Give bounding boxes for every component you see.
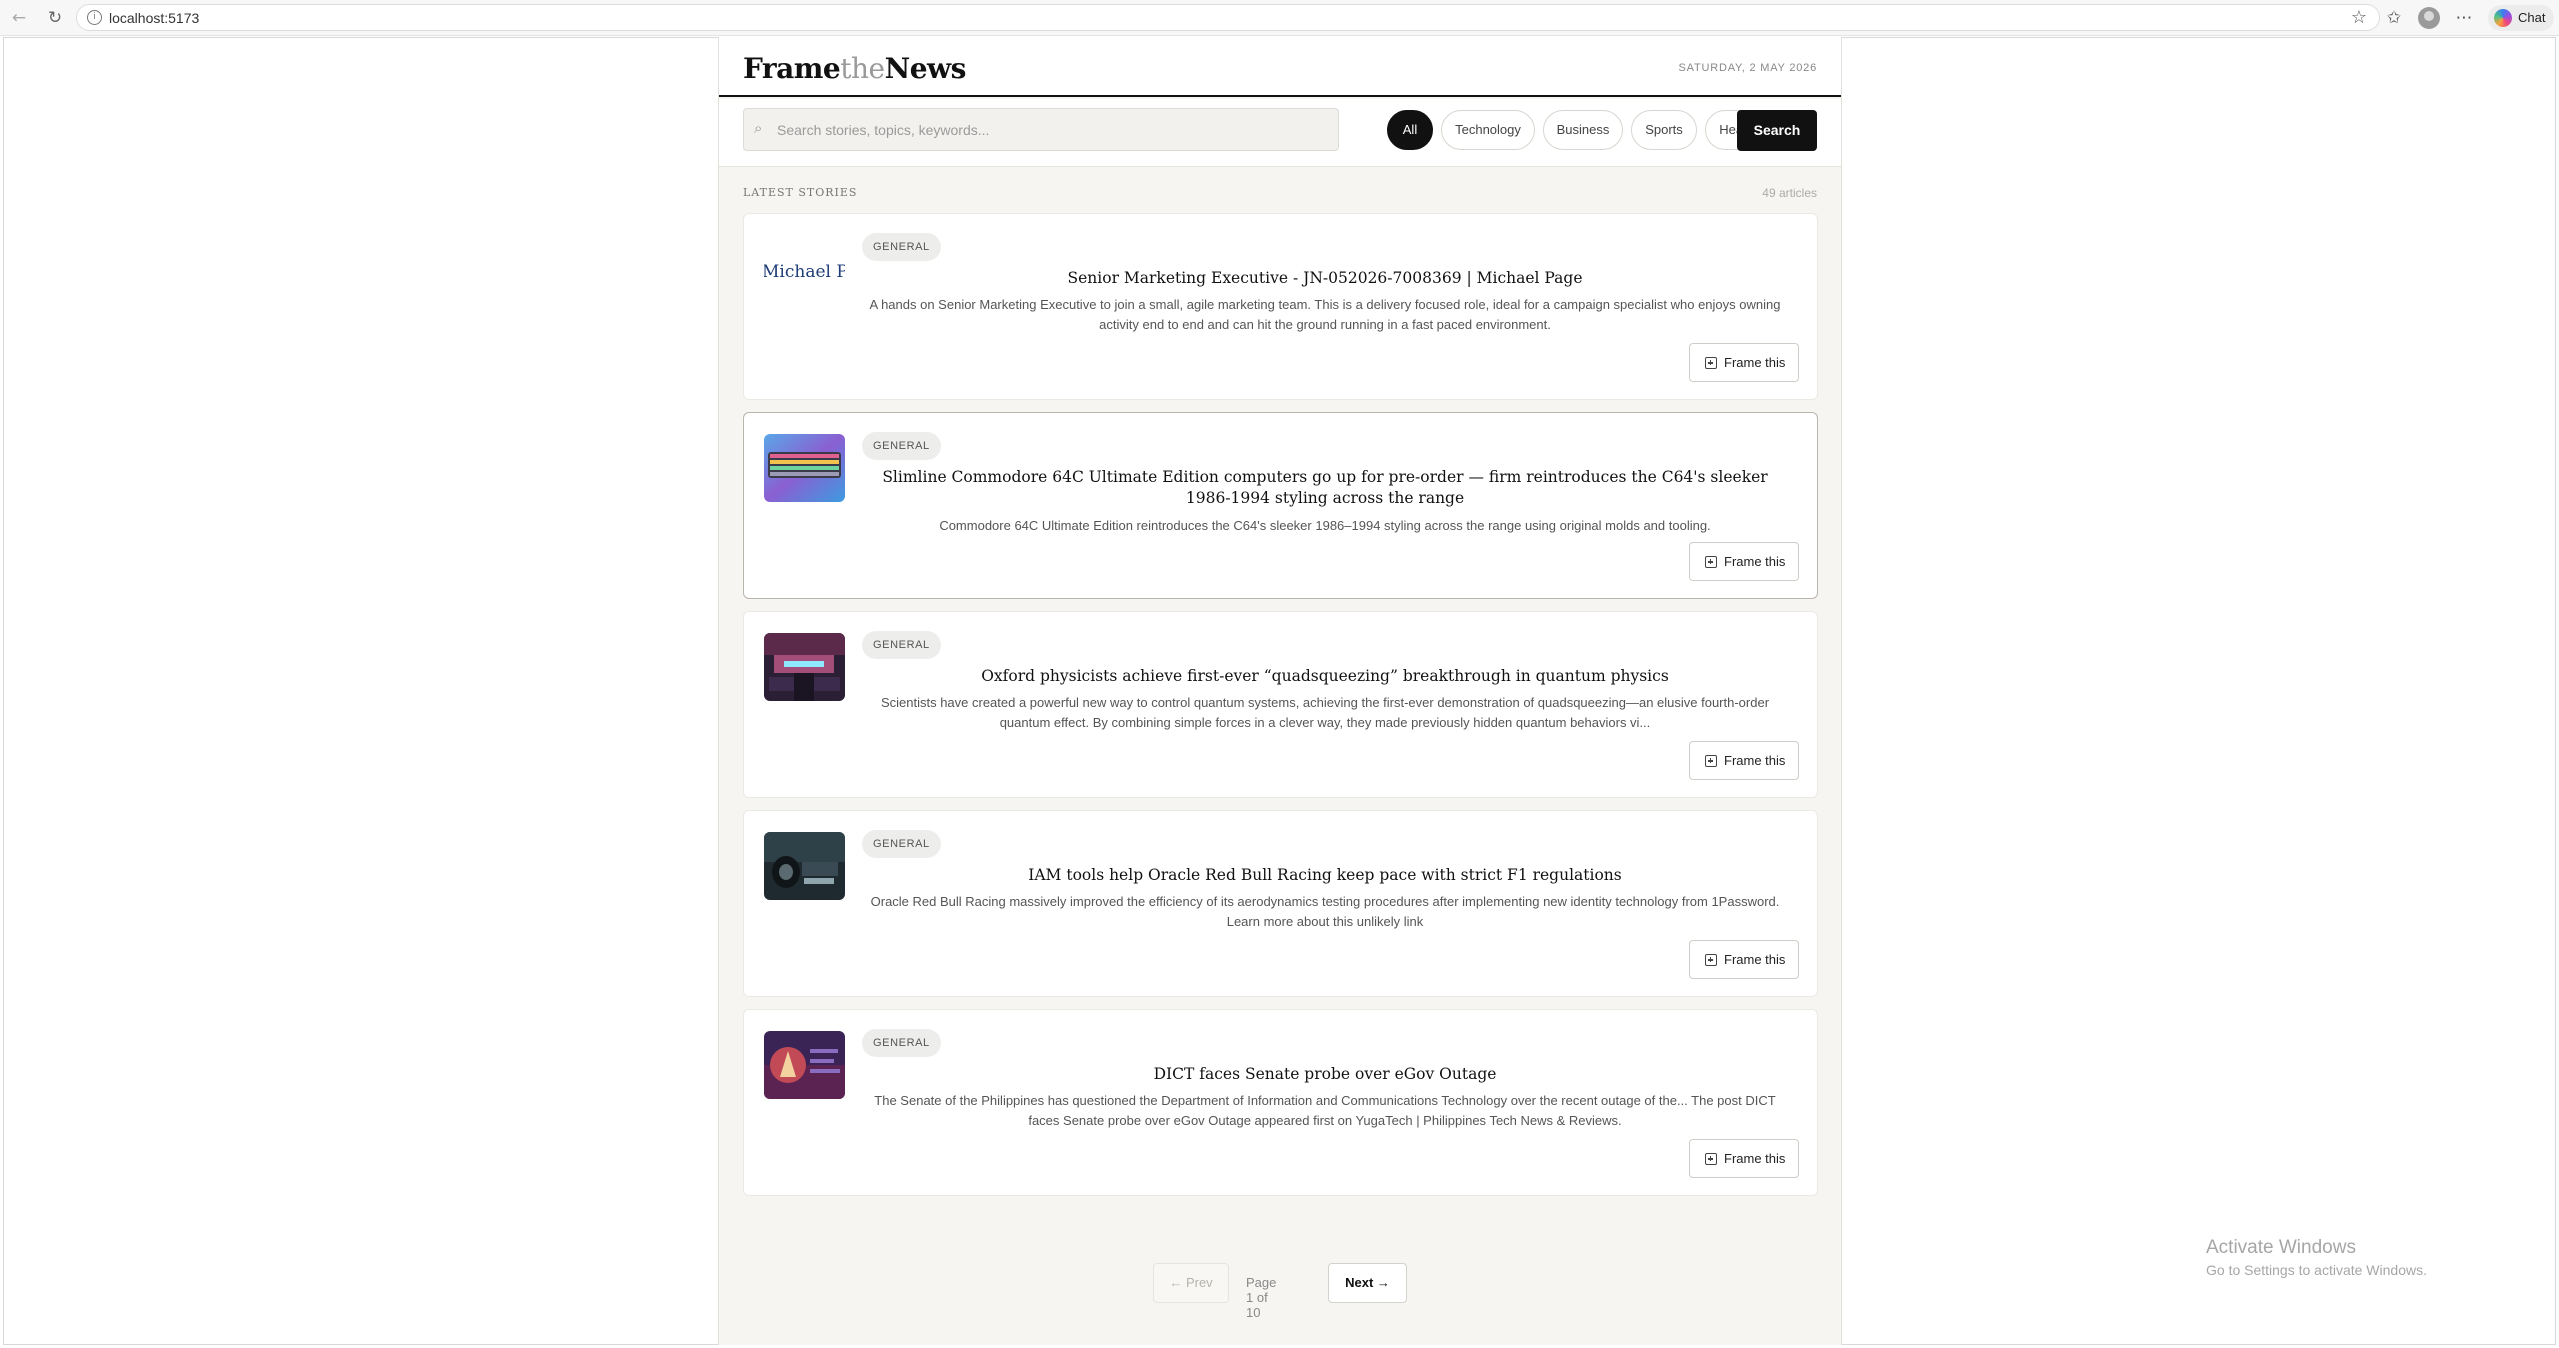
racing-car-photo-image: [764, 832, 845, 900]
article-card[interactable]: GENERAL Oxford physicists achieve first-…: [743, 611, 1818, 798]
windows-activation-watermark: Activate Windows Go to Settings to activ…: [2206, 1237, 2427, 1278]
article-thumbnail[interactable]: [764, 832, 845, 900]
section-heading: LATEST STORIES: [743, 186, 858, 199]
category-badge: GENERAL: [862, 233, 941, 261]
category-badge: GENERAL: [862, 830, 941, 858]
logo-the: the: [840, 52, 885, 85]
article-description: A hands on Senior Marketing Executive to…: [869, 297, 1781, 332]
watermark-line2: Go to Settings to activate Windows.: [2206, 1262, 2427, 1278]
frame-this-button[interactable]: Frame this: [1689, 542, 1799, 581]
michael-page-logo-image: Michael Page: [764, 262, 845, 282]
back-icon[interactable]: ←: [8, 8, 30, 28]
frame-this-button[interactable]: Frame this: [1689, 343, 1799, 382]
article-card[interactable]: Michael Page GENERAL Senior Marketing Ex…: [743, 213, 1818, 400]
svg-text:Michael Page: Michael Page: [764, 262, 845, 282]
logo-news: News: [884, 52, 967, 85]
search-input[interactable]: [777, 115, 1327, 145]
next-page-button[interactable]: Next →: [1328, 1263, 1407, 1303]
filter-chip-technology[interactable]: Technology: [1441, 110, 1535, 150]
search-box[interactable]: ⌕: [743, 108, 1339, 151]
frame-plus-icon: [1705, 755, 1717, 767]
prev-page-button[interactable]: ← Prev: [1153, 1263, 1229, 1303]
frame-this-button[interactable]: Frame this: [1689, 940, 1799, 979]
copilot-icon: [2494, 9, 2512, 27]
egov-outage-graphic-image: [764, 1031, 845, 1099]
page-indicator: Page 1 of 10: [1246, 1275, 1277, 1320]
frame-this-label: Frame this: [1724, 554, 1786, 569]
frame-this-button[interactable]: Frame this: [1689, 741, 1799, 780]
article-count: 49 articles: [1762, 186, 1817, 200]
current-date: SATURDAY, 2 MAY 2026: [1678, 62, 1817, 74]
category-badge: GENERAL: [862, 1029, 941, 1057]
filter-chip-all[interactable]: All: [1387, 110, 1433, 150]
masthead: FrametheNews SATURDAY, 2 MAY 2026: [719, 37, 1841, 97]
article-title[interactable]: Senior Marketing Executive - JN-052026-7…: [859, 268, 1791, 289]
frame-this-button[interactable]: Frame this: [1689, 1139, 1799, 1178]
category-badge: GENERAL: [862, 432, 941, 460]
frame-plus-icon: [1705, 556, 1717, 568]
article-description: Scientists have created a powerful new w…: [880, 695, 1770, 730]
frame-plus-icon: [1705, 954, 1717, 966]
article-description: The Senate of the Philippines has questi…: [874, 1093, 1776, 1128]
category-badge: GENERAL: [862, 631, 941, 659]
browser-toolbar: ← ↻ i localhost:5173 ☆ ✩ ⋯ Chat: [0, 0, 2559, 36]
search-button[interactable]: Search: [1737, 110, 1817, 151]
favorites-icon[interactable]: ✩: [2382, 6, 2406, 30]
frame-this-label: Frame this: [1724, 753, 1786, 768]
frame-this-label: Frame this: [1724, 952, 1786, 967]
bookmark-star-icon[interactable]: ☆: [2351, 7, 2367, 28]
logo-frame: Frame: [743, 52, 841, 85]
article-thumbnail[interactable]: [764, 434, 845, 502]
article-title[interactable]: IAM tools help Oracle Red Bull Racing ke…: [859, 865, 1791, 886]
frame-this-label: Frame this: [1724, 1151, 1786, 1166]
search-icon: ⌕: [754, 119, 763, 137]
article-description: Oracle Red Bull Racing massively improve…: [870, 894, 1780, 929]
quantum-lab-photo-image: [764, 633, 845, 701]
site-info-icon[interactable]: i: [87, 10, 102, 25]
filter-chip-sports[interactable]: Sports: [1631, 110, 1697, 150]
article-title[interactable]: Slimline Commodore 64C Ultimate Edition …: [859, 467, 1791, 509]
article-title[interactable]: Oxford physicists achieve first-ever “qu…: [859, 666, 1791, 687]
article-title[interactable]: DICT faces Senate probe over eGov Outage: [859, 1064, 1791, 1085]
app-column: FrametheNews SATURDAY, 2 MAY 2026 ⌕ All …: [718, 37, 1842, 1345]
keyboard-photo-image: [764, 434, 845, 502]
chat-label: Chat: [2518, 10, 2546, 25]
article-card[interactable]: GENERAL Slimline Commodore 64C Ultimate …: [743, 412, 1818, 599]
article-thumbnail[interactable]: Michael Page: [764, 235, 845, 303]
frame-this-label: Frame this: [1724, 355, 1786, 370]
copilot-chat-button[interactable]: Chat: [2488, 5, 2554, 31]
article-description: Commodore 64C Ultimate Edition reintrodu…: [939, 518, 1711, 533]
article-thumbnail[interactable]: [764, 633, 845, 701]
more-menu-icon[interactable]: ⋯: [2452, 6, 2476, 30]
url-text[interactable]: localhost:5173: [109, 10, 199, 26]
article-thumbnail[interactable]: [764, 1031, 845, 1099]
article-card[interactable]: GENERAL IAM tools help Oracle Red Bull R…: [743, 810, 1818, 997]
frame-plus-icon: [1705, 357, 1717, 369]
address-bar[interactable]: i localhost:5173 ☆: [76, 4, 2380, 31]
reload-icon[interactable]: ↻: [44, 8, 66, 28]
frame-plus-icon: [1705, 1153, 1717, 1165]
watermark-line1: Activate Windows: [2206, 1237, 2356, 1258]
site-logo[interactable]: FrametheNews: [743, 52, 966, 85]
filter-chip-business[interactable]: Business: [1543, 110, 1623, 150]
article-card[interactable]: GENERAL DICT faces Senate probe over eGo…: [743, 1009, 1818, 1196]
profile-avatar[interactable]: [2418, 7, 2440, 29]
search-bar-row: ⌕ All Technology Business Sports Health …: [719, 99, 1841, 167]
